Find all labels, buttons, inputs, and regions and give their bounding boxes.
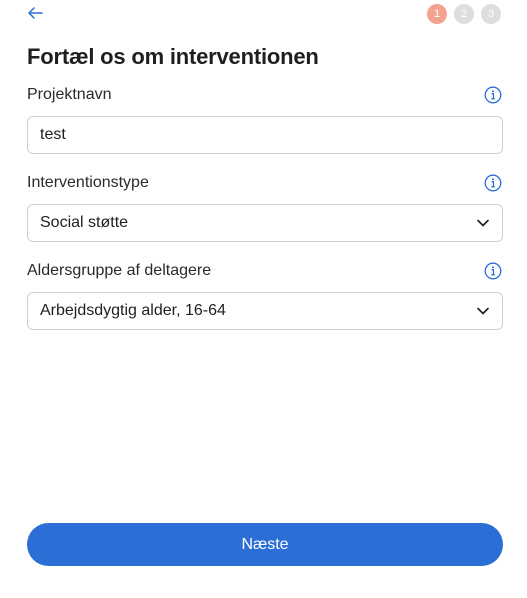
intervention-type-select[interactable]: Social støtte	[27, 204, 503, 242]
intervention-type-label: Interventionstype	[27, 174, 149, 191]
age-group-label-row: Aldersgruppe af deltagere	[27, 261, 503, 281]
chevron-down-icon	[477, 219, 489, 227]
project-name-input-box[interactable]	[27, 116, 503, 154]
age-group-select[interactable]: Arbejdsdygtig alder, 16-64	[27, 292, 503, 330]
age-group-label: Aldersgruppe af deltagere	[27, 262, 212, 279]
step-1: 1	[427, 4, 447, 24]
back-button[interactable]	[25, 3, 45, 23]
intervention-type-field: Interventionstype Social støtte	[27, 173, 503, 242]
age-group-value: Arbejdsdygtig alder, 16-64	[40, 302, 226, 319]
next-button[interactable]: Næste	[27, 523, 503, 566]
info-icon[interactable]	[484, 262, 502, 280]
project-name-label-row: Projektnavn	[27, 85, 503, 105]
page-title: Fortæl os om interventionen	[27, 44, 319, 69]
arrow-left-icon	[28, 7, 43, 19]
project-name-input[interactable]	[28, 117, 480, 153]
step-3: 3	[481, 4, 501, 24]
intervention-type-label-row: Interventionstype	[27, 173, 503, 193]
info-icon[interactable]	[484, 86, 502, 104]
age-group-field: Aldersgruppe af deltagere Arbejdsdygtig …	[27, 261, 503, 330]
project-name-field: Projektnavn	[27, 85, 503, 154]
project-name-label: Projektnavn	[27, 86, 112, 103]
info-icon[interactable]	[484, 174, 502, 192]
top-bar: 1 2 3	[0, 0, 527, 28]
step-2: 2	[454, 4, 474, 24]
intervention-type-value: Social støtte	[40, 214, 129, 231]
step-indicator: 1 2 3	[427, 4, 501, 24]
chevron-down-icon	[477, 307, 489, 315]
